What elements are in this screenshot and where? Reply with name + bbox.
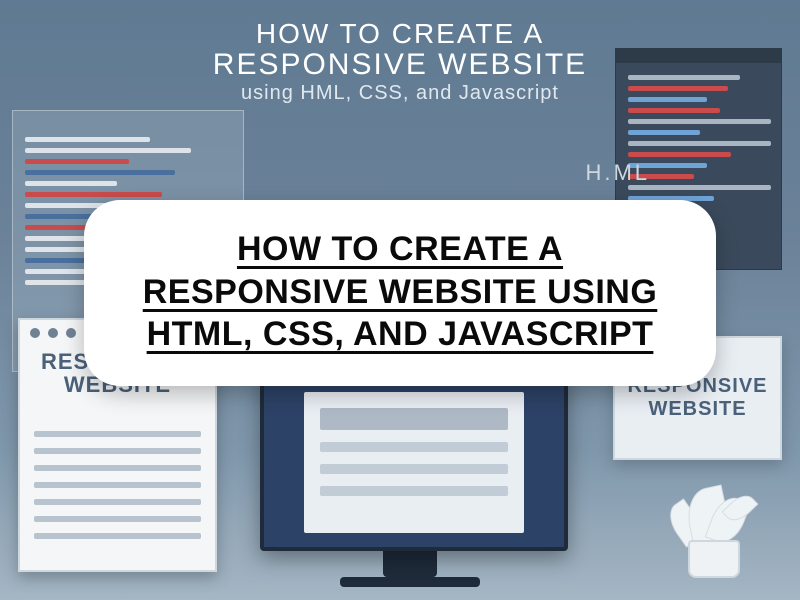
title-badge: HOW TO CREATE A RESPONSIVE WEBSITE USING… (84, 200, 716, 386)
hml-side-label: H.ML (585, 160, 650, 186)
bg-headline-line1: HOW TO CREATE A (0, 18, 800, 50)
main-title: HOW TO CREATE A RESPONSIVE WEBSITE USING… (120, 228, 680, 356)
monitor-mockup (260, 368, 560, 588)
thumbnail-stage: HOW TO CREATE A RESPONSIVE WEBSITE using… (0, 0, 800, 600)
window-dots-icon (30, 328, 76, 338)
plant-icon (650, 458, 770, 578)
placeholder-lines (34, 420, 201, 550)
